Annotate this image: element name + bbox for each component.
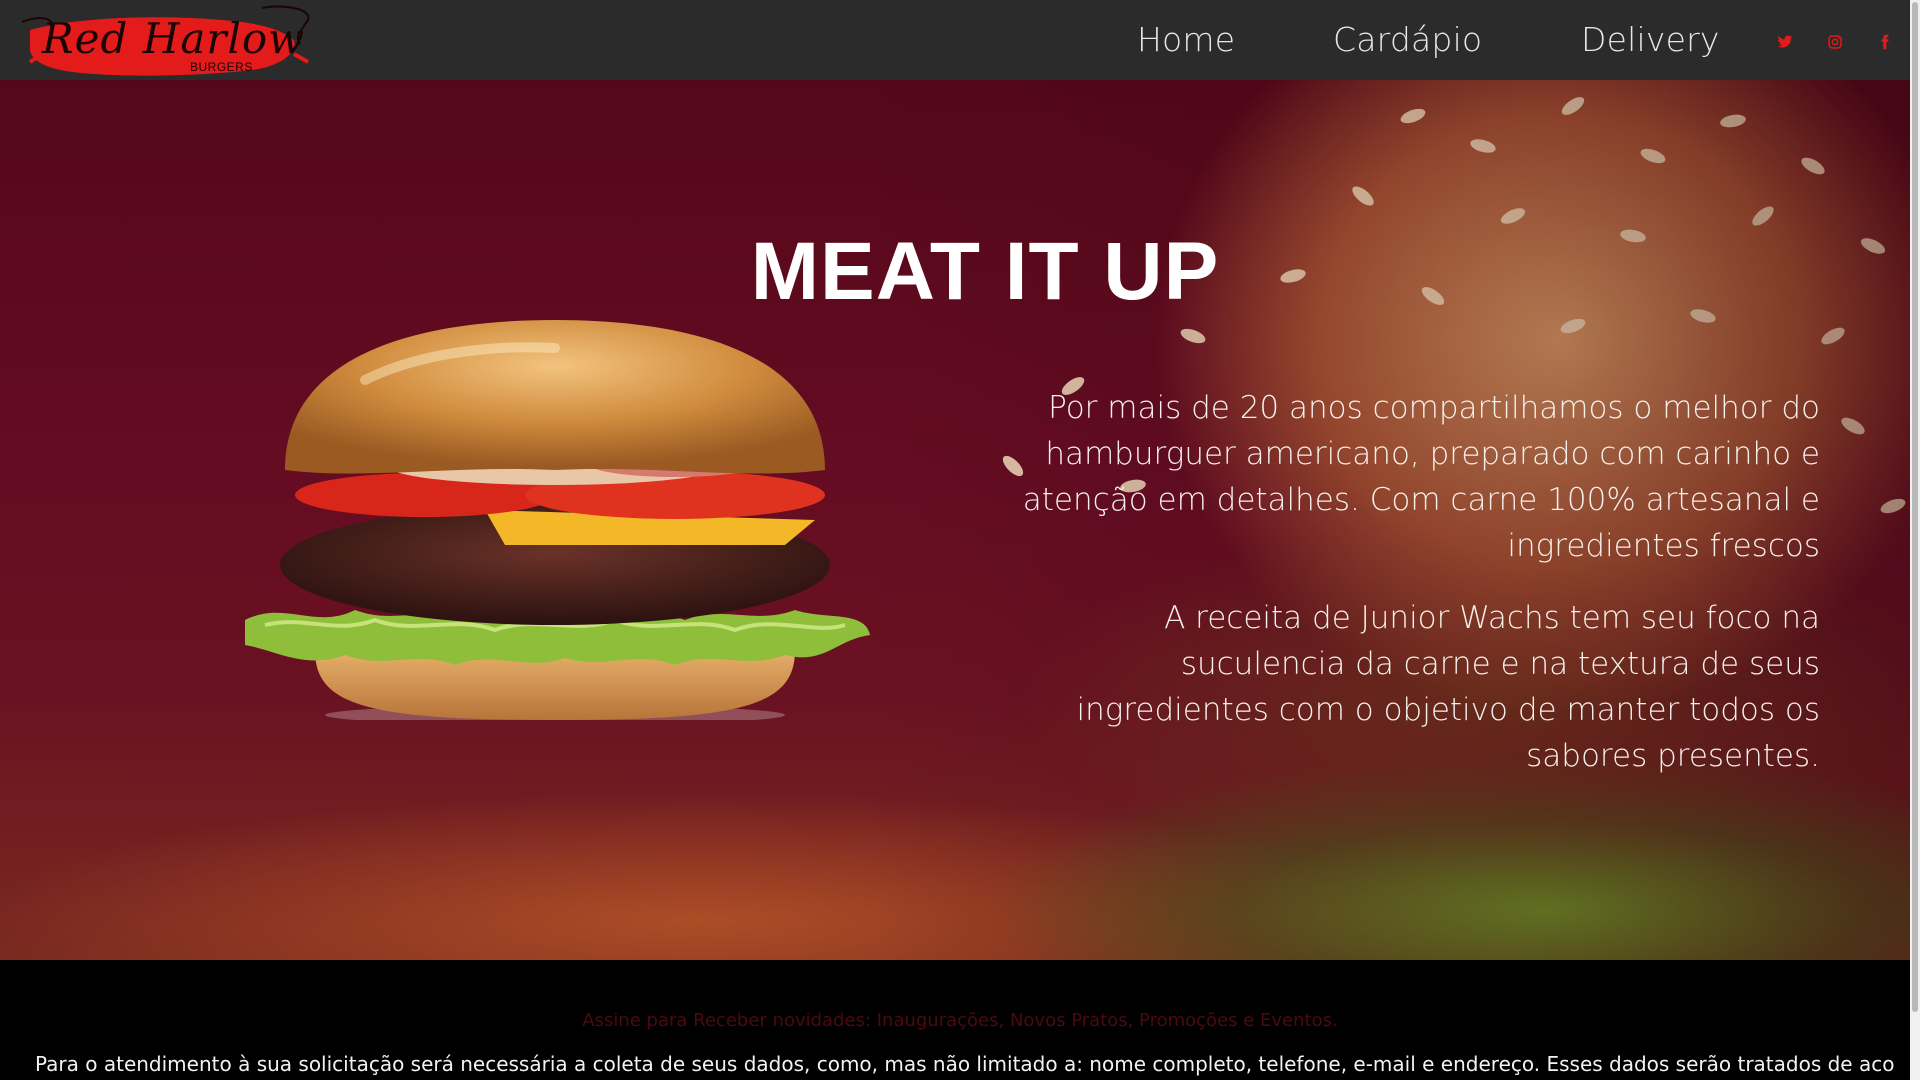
logo-wordmark: Red Harlow [42, 14, 306, 63]
hero-paragraph-2: A receita de Junior Wachs tem seu foco n… [1076, 600, 1820, 774]
facebook-icon[interactable] [1877, 34, 1893, 50]
hero-section: MEAT IT UP Por mais de 20 anos compartil… [0, 80, 1920, 960]
nav-home[interactable]: Home [1137, 20, 1235, 59]
instagram-icon[interactable] [1827, 34, 1843, 50]
hero-title: MEAT IT UP [750, 226, 1220, 317]
brand-logo[interactable]: Red Harlow BURGERS [12, 0, 322, 80]
logo-subtitle: BURGERS [190, 60, 253, 74]
hero-description: Por mais de 20 anos compartilhamos o mel… [1020, 385, 1820, 805]
burger-image [245, 320, 870, 720]
site-footer: Assine para Receber novidades: Inauguraç… [0, 960, 1920, 1080]
site-header: Red Harlow BURGERS Home Cardápio Deliver… [0, 0, 1920, 80]
twitter-icon[interactable] [1777, 34, 1793, 50]
newsletter-link[interactable]: Assine para Receber novidades: Inauguraç… [0, 1010, 1920, 1031]
scrollbar-thumb[interactable] [1912, 2, 1918, 1012]
page-scrollbar[interactable] [1910, 0, 1920, 1080]
hero-paragraph-1: Por mais de 20 anos compartilhamos o mel… [1022, 390, 1820, 564]
nav-delivery[interactable]: Delivery [1581, 20, 1720, 59]
nav-cardapio[interactable]: Cardápio [1333, 20, 1482, 59]
privacy-notice: Para o atendimento à sua solicitação ser… [35, 1052, 1895, 1076]
